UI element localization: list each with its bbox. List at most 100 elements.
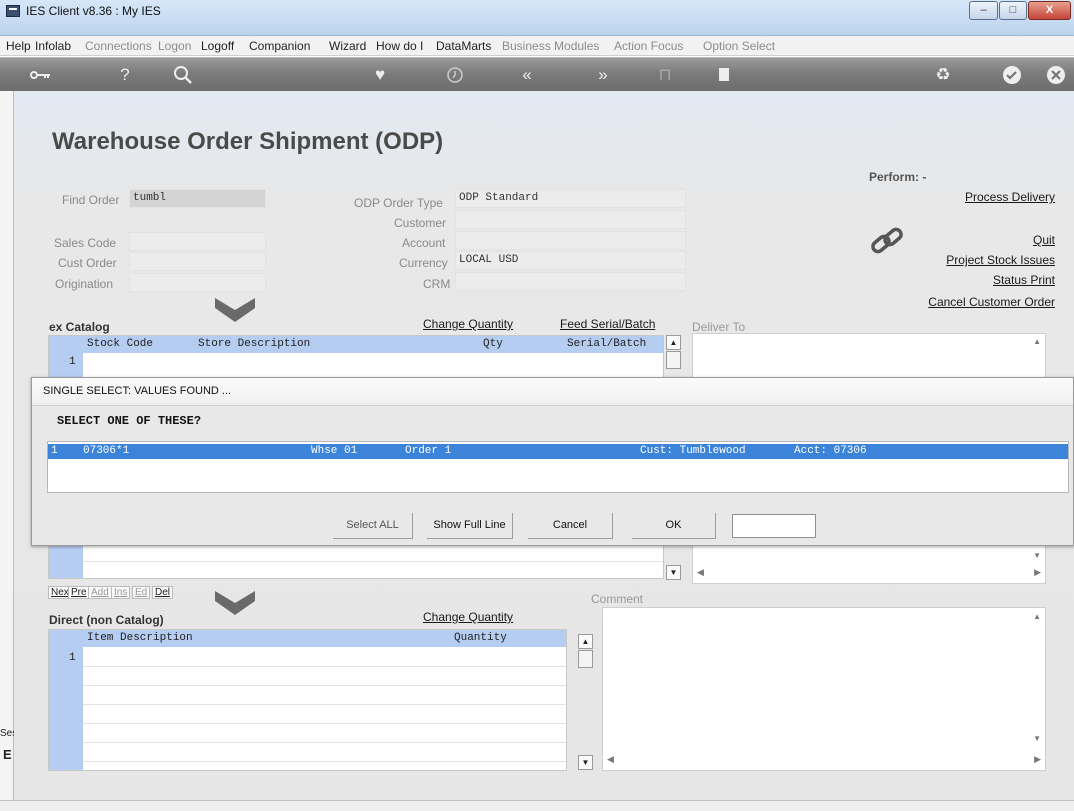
direct-change-quantity-link[interactable]: Change Quantity xyxy=(423,610,513,624)
account-label: Account xyxy=(402,236,446,250)
find-order-input[interactable]: tumbl xyxy=(129,189,266,208)
menu-action-focus[interactable]: Action Focus xyxy=(614,39,683,53)
col-serial-batch[interactable]: Serial/Batch xyxy=(567,338,646,350)
minimize-button[interactable]: – xyxy=(969,1,998,20)
clock-icon[interactable] xyxy=(443,63,467,87)
result-list[interactable]: 1 07306*1 Whse 01 Order 1 Cust: Tumblewo… xyxy=(47,441,1069,493)
col-stock-code[interactable]: Stock Code xyxy=(87,338,153,350)
order-type-label: ODP Order Type xyxy=(354,196,443,210)
maximize-button[interactable]: □ xyxy=(999,1,1027,20)
window-title-bar: IES Client v8.36 : My IES – □ X xyxy=(0,0,1074,36)
perform-label: Perform: - xyxy=(869,170,927,184)
menu-help[interactable]: Help xyxy=(6,39,31,53)
order-type-field[interactable]: ODP Standard xyxy=(455,189,686,208)
ok-button[interactable]: OK xyxy=(632,513,716,539)
dialog-question: SELECT ONE OF THESE? xyxy=(57,414,202,428)
menu-logon[interactable]: Logon xyxy=(158,39,191,53)
page-icon[interactable] xyxy=(712,63,736,87)
direct-scroll-up[interactable]: ▲ xyxy=(578,634,593,649)
direct-row-gutter xyxy=(49,630,83,770)
catalog-change-quantity-link[interactable]: Change Quantity xyxy=(423,317,513,331)
cancel-button[interactable]: Cancel xyxy=(528,513,613,539)
dialog-input[interactable] xyxy=(732,514,816,538)
menu-companion[interactable]: Companion xyxy=(249,39,310,53)
insert-row-tab[interactable]: Ins xyxy=(111,586,131,599)
catalog-column-header: Stock Code Store Description Qty Serial/… xyxy=(49,336,663,353)
delete-row-tab[interactable]: Del xyxy=(152,586,174,599)
col-qty[interactable]: Qty xyxy=(483,338,503,350)
col-quantity[interactable]: Quantity xyxy=(454,632,507,644)
col-store-description[interactable]: Store Description xyxy=(198,338,310,350)
menu-option-select[interactable]: Option Select xyxy=(703,39,775,53)
bookmark-icon[interactable]: ⊓ xyxy=(653,63,677,87)
recycle-icon[interactable]: ♻ xyxy=(931,63,955,87)
currency-field[interactable]: LOCAL USD xyxy=(455,251,686,270)
deliver-to-label: Deliver To xyxy=(692,320,746,334)
result-row[interactable]: 1 07306*1 Whse 01 Order 1 Cust: Tumblewo… xyxy=(48,444,1068,459)
result-warehouse: Whse 01 xyxy=(311,445,358,457)
edit-row-tab[interactable]: Ed xyxy=(132,586,151,599)
comment-textbox[interactable]: ▲ ▼ ◀ ▶ xyxy=(602,607,1046,771)
comment-label: Comment xyxy=(591,592,644,606)
result-code: 07306*1 xyxy=(83,445,130,457)
direct-scroll-down[interactable]: ▼ xyxy=(578,755,593,770)
help-icon[interactable]: ? xyxy=(113,63,137,87)
quit-link[interactable]: Quit xyxy=(1033,233,1055,247)
process-delivery-link[interactable]: Process Delivery xyxy=(965,190,1055,204)
result-index: 1 xyxy=(51,445,58,457)
catalog-scroll-thumb[interactable] xyxy=(666,351,681,369)
origination-field[interactable] xyxy=(129,273,266,292)
catalog-scroll-up[interactable]: ▲ xyxy=(666,335,681,350)
catalog-row-number: 1 xyxy=(69,356,76,368)
feed-serial-batch-link[interactable]: Feed Serial/Batch xyxy=(560,317,655,331)
comment-scroll-left-icon[interactable]: ◀ xyxy=(607,754,614,765)
deliver-scroll-up-icon[interactable]: ▲ xyxy=(1033,337,1041,346)
comment-scroll-down-icon[interactable]: ▼ xyxy=(1033,734,1041,743)
customer-field[interactable] xyxy=(455,210,686,229)
show-full-line-button[interactable]: Show Full Line xyxy=(427,513,513,539)
crm-label: CRM xyxy=(423,277,451,291)
close-window-button[interactable]: X xyxy=(1028,1,1071,20)
deliver-scroll-right-icon[interactable]: ▶ xyxy=(1034,567,1041,578)
menu-infolab[interactable]: Infolab xyxy=(35,39,71,53)
key-icon[interactable] xyxy=(28,63,52,87)
menu-how-do-i[interactable]: How do I xyxy=(376,39,423,53)
cust-order-field[interactable] xyxy=(129,252,266,271)
search-icon[interactable] xyxy=(171,63,195,87)
comment-scroll-right-icon[interactable]: ▶ xyxy=(1034,754,1041,765)
direct-grid[interactable]: Item Description Quantity 1 xyxy=(48,629,567,771)
status-print-link[interactable]: Status Print xyxy=(993,273,1055,287)
check-icon[interactable] xyxy=(1000,63,1024,87)
sales-code-field[interactable] xyxy=(129,232,266,251)
side-panel: Ses E xyxy=(0,91,17,811)
side-panel-glyph: E xyxy=(3,747,12,762)
dialog-title-bar: SINGLE SELECT: VALUES FOUND ... xyxy=(32,378,1073,406)
project-stock-issues-link[interactable]: Project Stock Issues xyxy=(946,253,1055,267)
comment-scroll-up-icon[interactable]: ▲ xyxy=(1033,612,1041,621)
add-row-tab[interactable]: Add xyxy=(88,586,112,599)
table-row xyxy=(83,704,566,705)
forward-icon[interactable]: » xyxy=(591,63,615,87)
cancel-customer-order-link[interactable]: Cancel Customer Order xyxy=(928,295,1055,309)
menu-wizard[interactable]: Wizard xyxy=(329,39,366,53)
deliver-scroll-down-icon[interactable]: ▼ xyxy=(1033,551,1041,560)
table-row xyxy=(83,723,566,724)
menu-logoff[interactable]: Logoff xyxy=(201,39,234,53)
chevron-down-icon-2[interactable] xyxy=(213,589,257,619)
catalog-scroll-down[interactable]: ▼ xyxy=(666,565,681,580)
col-item-description[interactable]: Item Description xyxy=(87,632,193,644)
close-icon[interactable] xyxy=(1044,63,1068,87)
menu-connections[interactable]: Connections xyxy=(85,39,152,53)
account-field[interactable] xyxy=(455,231,686,250)
menu-datamarts[interactable]: DataMarts xyxy=(436,39,491,53)
status-bar xyxy=(0,800,1074,811)
previous-row-tab[interactable]: Pre xyxy=(68,586,90,599)
heart-icon[interactable]: ♥ xyxy=(368,63,392,87)
menu-business-modules[interactable]: Business Modules xyxy=(502,39,599,53)
select-all-button[interactable]: Select ALL xyxy=(333,513,413,539)
chevron-down-icon[interactable] xyxy=(213,296,257,326)
direct-scroll-thumb[interactable] xyxy=(578,650,593,668)
crm-field[interactable] xyxy=(455,272,686,291)
deliver-scroll-left-icon[interactable]: ◀ xyxy=(697,567,704,578)
rewind-icon[interactable]: « xyxy=(515,63,539,87)
